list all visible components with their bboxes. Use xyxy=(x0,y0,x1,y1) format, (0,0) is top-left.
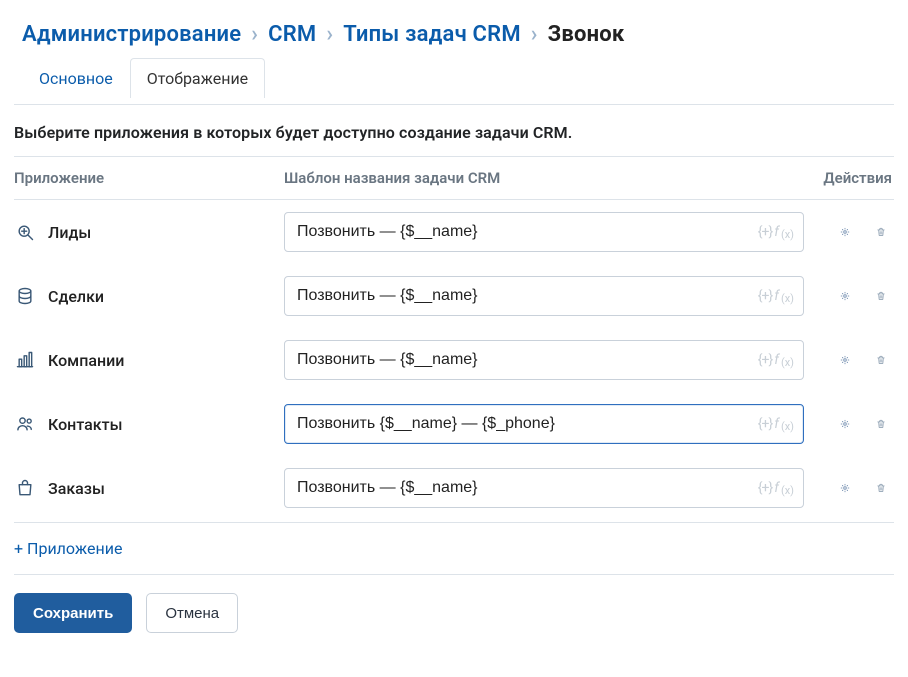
insert-variable-icon[interactable]: {+}f(x) xyxy=(758,288,794,304)
app-label: Заказы xyxy=(48,479,105,498)
deals-icon xyxy=(14,286,36,306)
insert-variable-icon[interactable]: {+}f(x) xyxy=(758,224,794,240)
settings-button[interactable] xyxy=(834,477,856,499)
template-input[interactable] xyxy=(284,340,804,380)
insert-variable-icon[interactable]: {+}f(x) xyxy=(758,416,794,432)
add-app-link[interactable]: + Приложение xyxy=(14,539,122,558)
template-input-wrap: {+}f(x) xyxy=(284,340,804,380)
app-cell: Контакты xyxy=(14,414,284,434)
app-cell: Заказы xyxy=(14,478,284,498)
breadcrumb-current: Звонок xyxy=(548,22,625,47)
breadcrumb-types[interactable]: Типы задач CRM xyxy=(343,22,521,47)
contacts-icon xyxy=(14,414,36,434)
insert-variable-icon[interactable]: {+}f(x) xyxy=(758,352,794,368)
table-row: Заказы {+}f(x) xyxy=(14,456,894,520)
row-actions xyxy=(804,349,894,371)
table-row: Сделки {+}f(x) xyxy=(14,264,894,328)
leads-icon xyxy=(14,222,36,242)
delete-button[interactable] xyxy=(870,349,892,371)
table-head: Приложение Шаблон названия задачи CRM Де… xyxy=(14,156,894,200)
breadcrumb: Администрирование › CRM › Типы задач CRM… xyxy=(22,22,894,47)
template-input-wrap: {+}f(x) xyxy=(284,276,804,316)
delete-button[interactable] xyxy=(870,477,892,499)
col-actions: Действия xyxy=(804,169,894,187)
table-row: Лиды {+}f(x) xyxy=(14,200,894,264)
template-input-wrap: {+}f(x) xyxy=(284,404,804,444)
template-input[interactable] xyxy=(284,404,804,444)
insert-variable-icon[interactable]: {+}f(x) xyxy=(758,480,794,496)
template-input-wrap: {+}f(x) xyxy=(284,468,804,508)
tab-display[interactable]: Отображение xyxy=(130,58,265,98)
table-row: Контакты {+}f(x) xyxy=(14,392,894,456)
chevron-right-icon: › xyxy=(531,22,538,47)
template-input[interactable] xyxy=(284,212,804,252)
table-row: Компании {+}f(x) xyxy=(14,328,894,392)
companies-icon xyxy=(14,350,36,370)
delete-button[interactable] xyxy=(870,221,892,243)
delete-button[interactable] xyxy=(870,285,892,307)
app-label: Сделки xyxy=(48,287,104,306)
app-cell: Сделки xyxy=(14,286,284,306)
col-app: Приложение xyxy=(14,169,284,187)
breadcrumb-crm[interactable]: CRM xyxy=(268,22,316,47)
delete-button[interactable] xyxy=(870,413,892,435)
row-actions xyxy=(804,477,894,499)
footer-actions: Сохранить Отмена xyxy=(14,593,894,633)
tabs: Основное Отображение xyxy=(22,57,894,98)
settings-button[interactable] xyxy=(834,285,856,307)
settings-button[interactable] xyxy=(834,349,856,371)
chevron-right-icon: › xyxy=(251,22,258,47)
app-cell: Компании xyxy=(14,350,284,370)
settings-button[interactable] xyxy=(834,221,856,243)
app-label: Контакты xyxy=(48,415,122,434)
app-label: Лиды xyxy=(48,223,91,242)
template-input[interactable] xyxy=(284,468,804,508)
cancel-button[interactable]: Отмена xyxy=(146,593,238,633)
col-template: Шаблон названия задачи CRM xyxy=(284,169,804,187)
app-cell: Лиды xyxy=(14,222,284,242)
row-actions xyxy=(804,221,894,243)
table-rows: Лиды {+}f(x) Сделки {+}f(x) Компании {+}f(x… xyxy=(14,200,894,520)
row-actions xyxy=(804,285,894,307)
tab-main[interactable]: Основное xyxy=(22,58,130,98)
row-actions xyxy=(804,413,894,435)
orders-icon xyxy=(14,478,36,498)
settings-button[interactable] xyxy=(834,413,856,435)
template-input[interactable] xyxy=(284,276,804,316)
breadcrumb-admin[interactable]: Администрирование xyxy=(22,22,241,47)
chevron-right-icon: › xyxy=(326,22,333,47)
app-label: Компании xyxy=(48,351,124,370)
section-lead: Выберите приложения в которых будет дост… xyxy=(14,123,894,142)
save-button[interactable]: Сохранить xyxy=(14,593,132,633)
template-input-wrap: {+}f(x) xyxy=(284,212,804,252)
